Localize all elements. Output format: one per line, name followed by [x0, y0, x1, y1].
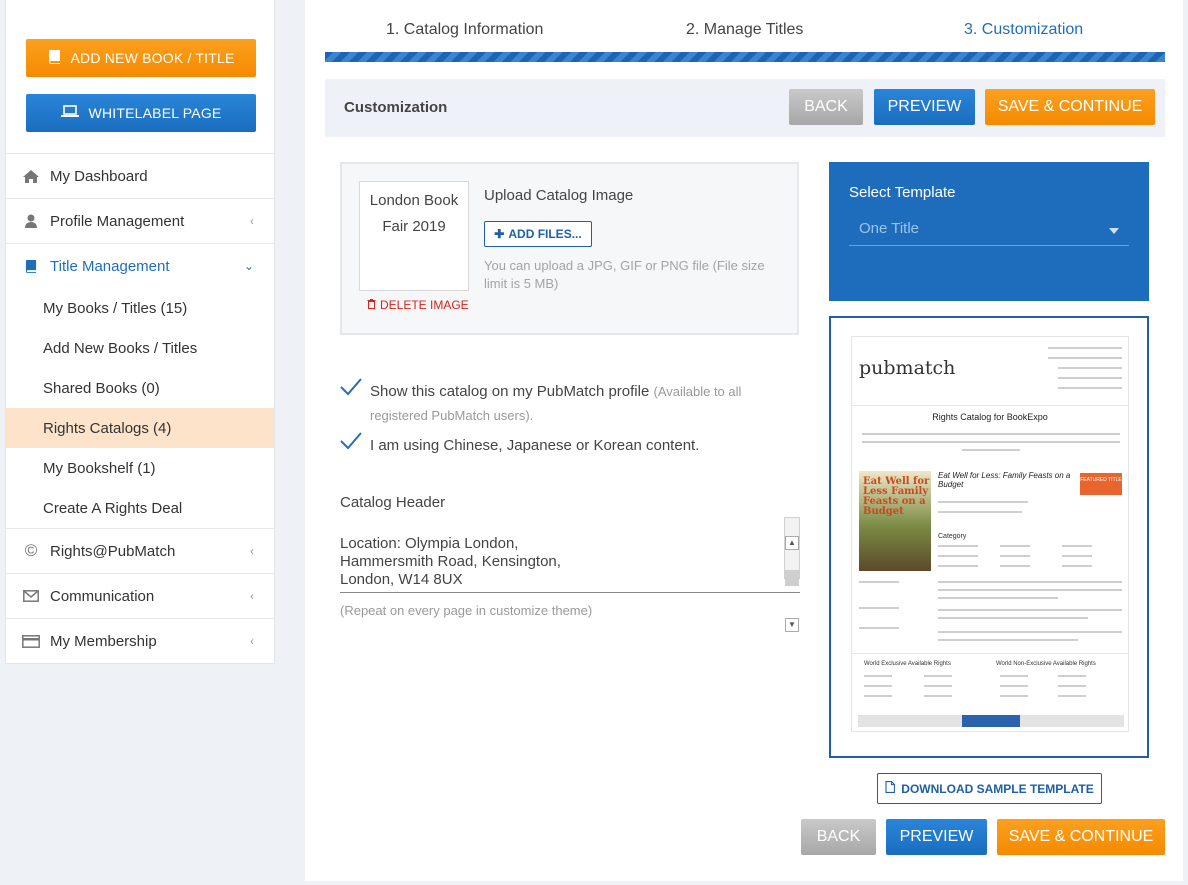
- sidebar: ADD NEW BOOK / TITLE WHITELABEL PAGE My …: [5, 0, 275, 664]
- nav-label: Title Management: [50, 257, 170, 275]
- nav-label: My Dashboard: [50, 167, 148, 185]
- subnav-my-bookshelf[interactable]: My Bookshelf (1): [6, 448, 274, 488]
- envelope-icon: [20, 590, 42, 602]
- nav-my-membership[interactable]: My Membership ‹: [6, 618, 274, 663]
- nav-profile-management[interactable]: Profile Management ‹: [6, 198, 274, 243]
- pubmatch-logo: pubmatch: [859, 357, 956, 379]
- catalog-header-textarea[interactable]: Location: Olympia London, Hammersmith Ro…: [340, 517, 800, 632]
- step-manage-titles[interactable]: 2. Manage Titles: [686, 21, 803, 39]
- preview-featured-badge: FEATURED TITLE: [1080, 473, 1122, 495]
- preview-book-title: Eat Well for Less: Family Feasts on a Bu…: [938, 471, 1071, 489]
- add-new-book-button[interactable]: ADD NEW BOOK / TITLE: [26, 39, 256, 77]
- chevron-left-icon: ‹: [250, 589, 254, 603]
- nav-communication[interactable]: Communication ‹: [6, 573, 274, 618]
- show-catalog-label: Show this catalog on my PubMatch profile: [370, 383, 650, 400]
- section-title: Customization: [344, 99, 448, 116]
- section-header: Customization BACK PREVIEW SAVE & CONTIN…: [325, 79, 1165, 137]
- upload-hint: You can upload a JPG, GIF or PNG file (F…: [484, 258, 765, 291]
- subnav-label: My Bookshelf (1): [43, 459, 156, 477]
- user-icon: [20, 214, 42, 228]
- subnav-rights-catalogs[interactable]: Rights Catalogs (4): [6, 408, 274, 448]
- preview-nonexclusive-rights: World Non-Exclusive Available Rights: [996, 661, 1096, 667]
- chevron-left-icon: ‹: [250, 634, 254, 648]
- nav-label: Profile Management: [50, 212, 185, 230]
- subnav-label: Create A Rights Deal: [43, 499, 183, 517]
- back-button[interactable]: BACK: [789, 89, 863, 125]
- preview-category: Category: [938, 533, 967, 540]
- subnav-label: Rights Catalogs (4): [43, 419, 172, 437]
- preview-button-bottom[interactable]: PREVIEW: [886, 819, 987, 855]
- template-selected-value: One Title: [859, 220, 920, 237]
- whitelabel-page-label: WHITELABEL PAGE: [88, 105, 222, 121]
- nav-label: Communication: [50, 587, 155, 605]
- save-continue-button[interactable]: SAVE & CONTINUE: [985, 89, 1155, 125]
- nav-rights-pubmatch[interactable]: © Rights@PubMatch ‹: [6, 528, 274, 573]
- delete-image-label: DELETE IMAGE: [380, 298, 469, 312]
- catalog-header-hint: (Repeat on every page in customize theme…: [340, 603, 593, 618]
- checkmark-icon: [340, 432, 370, 458]
- scroll-down-icon[interactable]: ▼: [785, 618, 799, 632]
- caret-down-icon: [1109, 228, 1119, 234]
- main-panel: 1. Catalog Information 2. Manage Titles …: [305, 0, 1183, 881]
- subnav-label: Shared Books (0): [43, 379, 160, 397]
- add-files-label: ADD FILES...: [508, 227, 582, 241]
- add-new-book-label: ADD NEW BOOK / TITLE: [70, 50, 235, 66]
- preview-document: pubmatch Rights Catalog for BookExpo Eat…: [851, 336, 1129, 732]
- subnav-add-new-books[interactable]: Add New Books / Titles: [6, 328, 274, 368]
- trash-icon: [367, 298, 376, 312]
- checkmark-icon: [340, 378, 370, 428]
- credit-card-icon: [20, 634, 42, 648]
- upload-title: Upload Catalog Image: [484, 187, 634, 204]
- textarea-scrollbar[interactable]: ▲ ▼: [784, 517, 800, 632]
- cjk-content-checkbox[interactable]: I am using Chinese, Japanese or Korean c…: [340, 432, 700, 458]
- preview-footer: [858, 715, 1124, 727]
- nav-my-dashboard[interactable]: My Dashboard: [6, 153, 274, 198]
- step-catalog-information[interactable]: 1. Catalog Information: [386, 21, 543, 39]
- book-icon: [48, 49, 61, 67]
- scroll-thumb[interactable]: [785, 570, 799, 586]
- subnav-shared-books[interactable]: Shared Books (0): [6, 368, 274, 408]
- upload-panel: London Book Fair 2019 DELETE IMAGE Uploa…: [340, 162, 799, 335]
- back-button-bottom[interactable]: BACK: [801, 819, 876, 855]
- chevron-left-icon: ‹: [250, 544, 254, 558]
- nav-label: My Membership: [50, 632, 157, 650]
- preview-exclusive-rights: World Exclusive Available Rights: [864, 661, 951, 667]
- preview-cover-text: Eat Well for Less Family Feasts on a Bud…: [863, 476, 930, 517]
- select-template-label: Select Template: [849, 184, 956, 201]
- preview-title: Rights Catalog for BookExpo: [932, 412, 1048, 422]
- download-sample-template-button[interactable]: DOWNLOAD SAMPLE TEMPLATE: [877, 773, 1102, 804]
- subnav-label: Add New Books / Titles: [43, 339, 198, 357]
- nav-title-management[interactable]: Title Management ⌄: [6, 243, 274, 288]
- laptop-icon: [60, 105, 79, 121]
- subnav-label: My Books / Titles (15): [43, 299, 188, 317]
- template-preview: pubmatch Rights Catalog for BookExpo Eat…: [829, 316, 1149, 758]
- whitelabel-page-button[interactable]: WHITELABEL PAGE: [26, 94, 256, 132]
- step-customization[interactable]: 3. Customization: [964, 21, 1083, 39]
- book-icon: [20, 259, 42, 273]
- preview-button[interactable]: PREVIEW: [874, 89, 975, 125]
- cjk-content-label: I am using Chinese, Japanese or Korean c…: [370, 437, 700, 454]
- subnav-my-books[interactable]: My Books / Titles (15): [6, 288, 274, 328]
- template-select[interactable]: One Title: [849, 216, 1129, 246]
- copyright-icon: ©: [24, 541, 38, 560]
- home-icon: [20, 169, 42, 183]
- nav-label: Rights@PubMatch: [50, 542, 176, 560]
- catalog-header-value: Location: Olympia London, Hammersmith Ro…: [340, 535, 561, 588]
- plus-icon: ✚: [494, 227, 505, 241]
- catalog-image-thumbnail: London Book Fair 2019: [359, 181, 469, 291]
- chevron-down-icon: ⌄: [243, 259, 254, 273]
- scroll-up-icon[interactable]: ▲: [785, 536, 799, 550]
- progress-bar: [325, 52, 1165, 62]
- chevron-left-icon: ‹: [250, 214, 254, 228]
- catalog-header-label: Catalog Header: [340, 494, 446, 511]
- download-sample-label: DOWNLOAD SAMPLE TEMPLATE: [901, 781, 1094, 796]
- add-files-button[interactable]: ✚ ADD FILES...: [484, 221, 592, 247]
- delete-image-button[interactable]: DELETE IMAGE: [367, 298, 469, 312]
- template-panel: Select Template One Title: [829, 162, 1149, 301]
- pdf-file-icon: [885, 781, 896, 796]
- show-catalog-checkbox[interactable]: Show this catalog on my PubMatch profile…: [340, 378, 770, 428]
- subnav-create-rights-deal[interactable]: Create A Rights Deal: [6, 488, 274, 528]
- preview-book-cover: Eat Well for Less Family Feasts on a Bud…: [859, 471, 931, 571]
- save-continue-button-bottom[interactable]: SAVE & CONTINUE: [997, 819, 1165, 855]
